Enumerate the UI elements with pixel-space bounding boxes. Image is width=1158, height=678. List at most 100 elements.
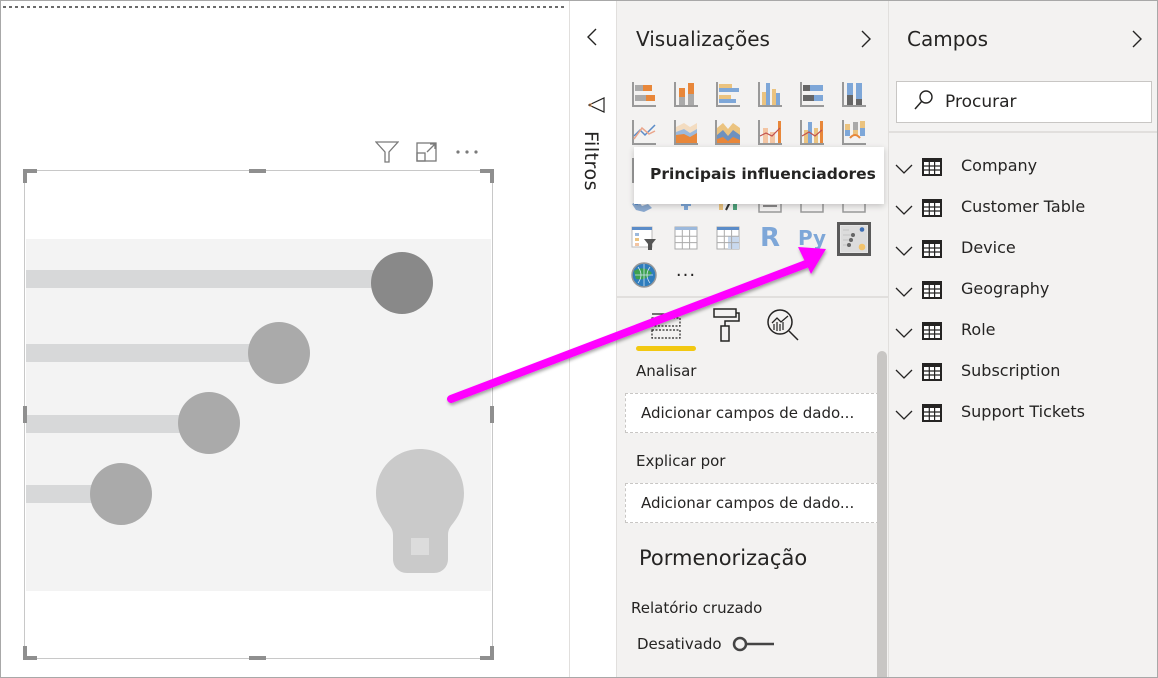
field-table-name: Support Tickets — [961, 402, 1086, 421]
fields-search-input[interactable]: Procurar — [896, 81, 1152, 123]
table-icon — [922, 240, 942, 262]
search-icon — [913, 89, 935, 116]
clustered-column-chart-icon[interactable] — [755, 79, 785, 109]
stacked-bar-chart-icon[interactable] — [629, 79, 659, 109]
placeholder-bar-2 — [26, 344, 266, 362]
fields-pane: Campos Procurar Company Customer Table D… — [889, 1, 1157, 677]
resize-handle-top[interactable] — [249, 169, 266, 173]
python-visual-label: Py — [797, 226, 827, 250]
resize-handle-top-left-v[interactable] — [23, 169, 27, 183]
analytics-tab-icon[interactable] — [763, 305, 803, 345]
key-influencers-placeholder — [26, 252, 464, 573]
pane-scrollbar[interactable] — [877, 351, 887, 677]
field-table-item[interactable]: Company — [889, 147, 1157, 185]
resize-handle-right[interactable] — [490, 406, 494, 423]
python-visual-icon[interactable]: Py — [797, 223, 827, 253]
cross-report-toggle-row: Desativado — [637, 635, 774, 653]
filters-pane-collapsed[interactable]: Filtros — [569, 1, 617, 677]
more-visuals-label: ··· — [675, 264, 697, 286]
table-icon — [922, 158, 942, 180]
100-stacked-bar-chart-icon[interactable] — [797, 79, 827, 109]
fields-tab-icon[interactable] — [646, 307, 686, 347]
explain-by-field-well[interactable]: Adicionar campos de dado... — [625, 483, 879, 523]
field-table-name: Customer Table — [961, 197, 1086, 216]
arcgis-map-icon[interactable] — [629, 260, 659, 290]
more-visuals-icon[interactable]: ··· — [671, 260, 701, 290]
chevron-right-icon[interactable] — [1131, 29, 1143, 53]
field-table-name: Subscription — [961, 361, 1061, 380]
chevron-down-icon[interactable] — [895, 364, 913, 383]
placeholder-bar-1 — [26, 270, 386, 288]
field-table-name: Geography — [961, 279, 1050, 298]
visualizations-title: Visualizações — [636, 27, 770, 51]
focus-mode-icon[interactable] — [415, 140, 439, 164]
field-table-item[interactable]: Device — [889, 229, 1157, 267]
divider — [617, 296, 889, 298]
chevron-left-icon[interactable] — [586, 27, 598, 51]
filter-icon — [587, 97, 606, 117]
field-table-item[interactable]: Subscription — [889, 352, 1157, 390]
chevron-down-icon[interactable] — [895, 405, 913, 424]
100-stacked-column-chart-icon[interactable] — [839, 79, 869, 109]
field-table-name: Company — [961, 156, 1038, 175]
chevron-down-icon[interactable] — [895, 282, 913, 301]
page-boundary — [3, 6, 565, 8]
resize-handle-bottom-right-v[interactable] — [490, 646, 494, 660]
cross-report-toggle-state: Desativado — [637, 635, 722, 653]
stacked-area-chart-icon[interactable] — [713, 117, 743, 147]
field-table-name: Role — [961, 320, 996, 339]
line-and-clustered-column-chart-icon[interactable] — [797, 117, 827, 147]
table-icon — [922, 281, 942, 303]
key-influencers-visual[interactable] — [23, 169, 494, 660]
cross-report-toggle[interactable] — [732, 636, 774, 652]
area-chart-icon[interactable] — [671, 117, 701, 147]
r-visual-label: R — [759, 223, 781, 253]
active-tab-indicator — [636, 346, 696, 351]
table-visual-icon[interactable] — [671, 223, 701, 253]
placeholder-dot-4 — [90, 463, 152, 525]
table-icon — [922, 363, 942, 385]
more-options-icon[interactable] — [455, 140, 479, 164]
slicer-icon[interactable] — [629, 223, 659, 253]
cross-report-label: Relatório cruzado — [631, 599, 763, 617]
table-icon — [922, 322, 942, 344]
chevron-down-icon[interactable] — [895, 200, 913, 219]
field-table-item[interactable]: Customer Table — [889, 188, 1157, 226]
field-table-item[interactable]: Geography — [889, 270, 1157, 308]
drillthrough-heading: Pormenorização — [639, 546, 808, 570]
placeholder-dot-2 — [248, 322, 310, 384]
report-canvas[interactable] — [1, 1, 569, 677]
r-script-visual-icon[interactable]: R — [755, 223, 785, 253]
filter-icon[interactable] — [375, 140, 399, 164]
power-bi-report-editor: Filtros Visualizações R Py ··· Analisar … — [0, 0, 1158, 678]
field-table-item[interactable]: Role — [889, 311, 1157, 349]
resize-handle-bottom[interactable] — [249, 656, 266, 660]
format-tab-icon[interactable] — [706, 305, 746, 345]
search-placeholder: Procurar — [945, 92, 1017, 112]
field-table-item[interactable]: Support Tickets — [889, 393, 1157, 431]
matrix-icon[interactable] — [713, 223, 743, 253]
stacked-column-chart-icon[interactable] — [671, 79, 701, 109]
divider — [889, 131, 1157, 133]
chevron-right-icon[interactable] — [860, 29, 872, 53]
chevron-down-icon[interactable] — [895, 241, 913, 260]
chevron-down-icon[interactable] — [895, 159, 913, 178]
fields-title: Campos — [907, 27, 989, 51]
filters-label[interactable]: Filtros — [580, 131, 602, 191]
table-icon — [922, 404, 942, 426]
resize-handle-bottom-left-v[interactable] — [23, 646, 27, 660]
analyze-field-well[interactable]: Adicionar campos de dado... — [625, 393, 879, 433]
explain-by-well-label: Explicar por — [636, 452, 726, 470]
visual-header — [375, 139, 493, 165]
chevron-down-icon[interactable] — [895, 323, 913, 342]
line-and-stacked-column-chart-icon[interactable] — [755, 117, 785, 147]
ribbon-chart-icon[interactable] — [839, 117, 869, 147]
placeholder-dot-3 — [178, 392, 240, 454]
resize-handle-left[interactable] — [23, 406, 27, 423]
key-influencers-icon[interactable] — [837, 222, 871, 256]
resize-handle-top-right-v[interactable] — [490, 169, 494, 183]
clustered-bar-chart-icon[interactable] — [713, 79, 743, 109]
analyze-well-label: Analisar — [636, 362, 697, 380]
table-icon — [922, 199, 942, 221]
line-chart-icon[interactable] — [629, 117, 659, 147]
